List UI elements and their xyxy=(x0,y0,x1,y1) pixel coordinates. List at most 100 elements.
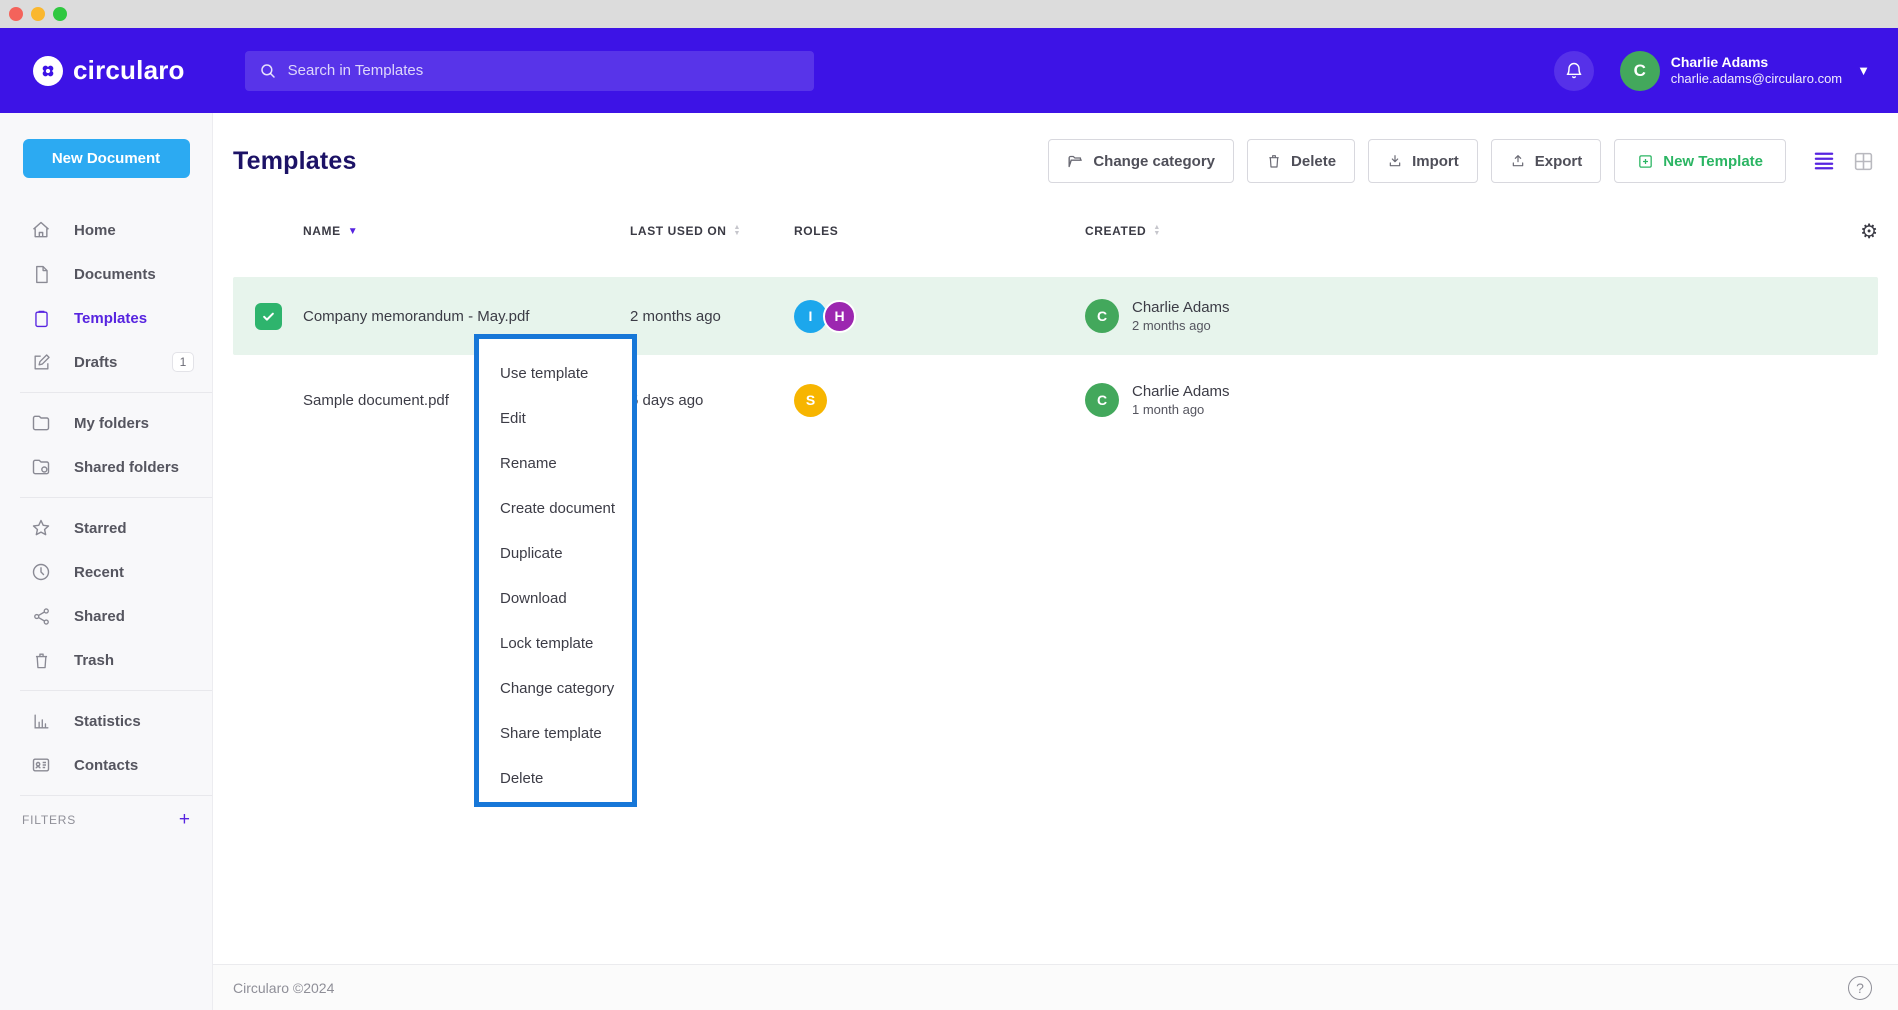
sidebar-item-label: Shared xyxy=(74,608,125,625)
column-label: CREATED xyxy=(1085,224,1146,238)
column-label: NAME xyxy=(303,224,341,238)
menu-item-rename[interactable]: Rename xyxy=(479,441,632,486)
import-button[interactable]: Import xyxy=(1368,139,1478,183)
search-icon xyxy=(259,62,277,80)
sidebar-item-drafts[interactable]: Drafts 1 xyxy=(0,340,212,384)
list-view-button[interactable] xyxy=(1813,151,1835,171)
menu-item-lock-template[interactable]: Lock template xyxy=(479,621,632,666)
brand-name: circularo xyxy=(73,55,185,86)
sidebar-item-label: Starred xyxy=(74,520,127,537)
sidebar-item-recent[interactable]: Recent xyxy=(0,550,212,594)
sidebar-item-label: Shared folders xyxy=(74,459,179,476)
sort-icon: ▲▼ xyxy=(734,225,742,237)
roles-cell: S xyxy=(794,384,1085,417)
change-category-button[interactable]: Change category xyxy=(1048,139,1234,183)
import-icon xyxy=(1387,153,1403,169)
sidebar-item-label: Contacts xyxy=(74,757,138,774)
column-header-roles[interactable]: ROLES xyxy=(794,224,1085,238)
menu-item-change-category[interactable]: Change category xyxy=(479,666,632,711)
folder-icon xyxy=(30,413,52,433)
button-label: Import xyxy=(1412,153,1459,170)
menu-item-edit[interactable]: Edit xyxy=(479,396,632,441)
trash-icon xyxy=(30,651,52,670)
user-name: Charlie Adams xyxy=(1671,54,1842,71)
sidebar-item-shared[interactable]: Shared xyxy=(0,594,212,638)
sidebar-item-shared-folders[interactable]: Shared folders xyxy=(0,445,212,489)
star-icon xyxy=(30,518,52,538)
table-header-row: NAME ▼ LAST USED ON ▲▼ ROLES CREATED ▲▼ … xyxy=(233,211,1878,251)
help-button[interactable]: ? xyxy=(1848,976,1872,1000)
created-ago: 1 month ago xyxy=(1132,401,1230,418)
menu-item-delete[interactable]: Delete xyxy=(479,756,632,801)
row-context-menu: Use template Edit Rename Create document… xyxy=(474,334,637,807)
sidebar-item-my-folders[interactable]: My folders xyxy=(0,401,212,445)
sidebar-item-label: My folders xyxy=(74,415,149,432)
export-icon xyxy=(1510,153,1526,169)
column-label: ROLES xyxy=(794,224,838,238)
shared-folder-icon xyxy=(30,457,52,477)
toolbar: Change category Delete Import Export New… xyxy=(1048,139,1874,183)
clock-icon xyxy=(30,562,52,582)
menu-item-share-template[interactable]: Share template xyxy=(479,711,632,756)
button-label: Delete xyxy=(1291,153,1336,170)
document-icon xyxy=(30,265,52,284)
export-button[interactable]: Export xyxy=(1491,139,1602,183)
page-title: Templates xyxy=(233,147,357,176)
sidebar-item-templates[interactable]: Templates xyxy=(0,296,212,340)
window-titlebar xyxy=(0,0,1898,28)
creator-name: Charlie Adams xyxy=(1132,298,1230,317)
sidebar-divider xyxy=(20,392,212,393)
role-avatar[interactable]: H xyxy=(823,300,856,333)
created-ago: 2 months ago xyxy=(1132,317,1230,334)
search-input[interactable] xyxy=(288,62,800,79)
pencil-square-icon xyxy=(30,353,52,372)
close-window-button[interactable] xyxy=(9,7,23,21)
grid-view-icon xyxy=(1853,151,1874,172)
sidebar: New Document Home Documents Templates xyxy=(0,113,213,1010)
creator-name: Charlie Adams xyxy=(1132,382,1230,401)
notifications-button[interactable] xyxy=(1554,51,1594,91)
creator-avatar: C xyxy=(1085,299,1119,333)
roles-cell: I H xyxy=(794,300,1085,333)
menu-item-use-template[interactable]: Use template xyxy=(479,351,632,396)
sidebar-item-home[interactable]: Home xyxy=(0,208,212,252)
new-template-button[interactable]: New Template xyxy=(1614,139,1786,183)
sidebar-item-label: Statistics xyxy=(74,713,141,730)
delete-button[interactable]: Delete xyxy=(1247,139,1355,183)
share-icon xyxy=(30,607,52,626)
sidebar-item-documents[interactable]: Documents xyxy=(0,252,212,296)
role-avatar[interactable]: S xyxy=(794,384,827,417)
sidebar-divider xyxy=(20,690,212,691)
menu-item-download[interactable]: Download xyxy=(479,576,632,621)
table-settings-gear-icon[interactable]: ⚙ xyxy=(1860,219,1878,244)
sidebar-item-statistics[interactable]: Statistics xyxy=(0,699,212,743)
row-checkbox-checked[interactable] xyxy=(255,303,282,330)
sidebar-item-trash[interactable]: Trash xyxy=(0,638,212,682)
menu-item-duplicate[interactable]: Duplicate xyxy=(479,531,632,576)
column-header-name[interactable]: NAME ▼ xyxy=(303,224,630,238)
menu-item-create-document[interactable]: Create document xyxy=(479,486,632,531)
template-name[interactable]: Company memorandum - May.pdf xyxy=(303,308,630,325)
maximize-window-button[interactable] xyxy=(53,7,67,21)
column-header-created[interactable]: CREATED ▲▼ xyxy=(1085,224,1838,238)
user-avatar: C xyxy=(1620,51,1660,91)
brand-logo[interactable]: circularo xyxy=(33,55,185,86)
new-document-button[interactable]: New Document xyxy=(23,139,190,178)
main-content: Templates Change category Delete Import … xyxy=(213,113,1898,1010)
question-mark-icon: ? xyxy=(1856,980,1864,996)
add-filter-button[interactable]: + xyxy=(179,810,190,829)
sidebar-item-contacts[interactable]: Contacts xyxy=(0,743,212,787)
sidebar-divider xyxy=(20,497,212,498)
drafts-count-badge: 1 xyxy=(172,352,194,372)
sidebar-item-label: Drafts xyxy=(74,354,117,371)
sidebar-item-starred[interactable]: Starred xyxy=(0,506,212,550)
minimize-window-button[interactable] xyxy=(31,7,45,21)
search-box xyxy=(245,51,814,91)
grid-view-button[interactable] xyxy=(1853,151,1874,172)
sidebar-item-label: Home xyxy=(74,222,116,239)
last-used-value: 2 months ago xyxy=(630,308,794,325)
button-label: Export xyxy=(1535,153,1583,170)
column-header-last-used-on[interactable]: LAST USED ON ▲▼ xyxy=(630,224,794,238)
sidebar-item-label: Documents xyxy=(74,266,156,283)
user-menu[interactable]: C Charlie Adams charlie.adams@circularo.… xyxy=(1620,51,1870,91)
